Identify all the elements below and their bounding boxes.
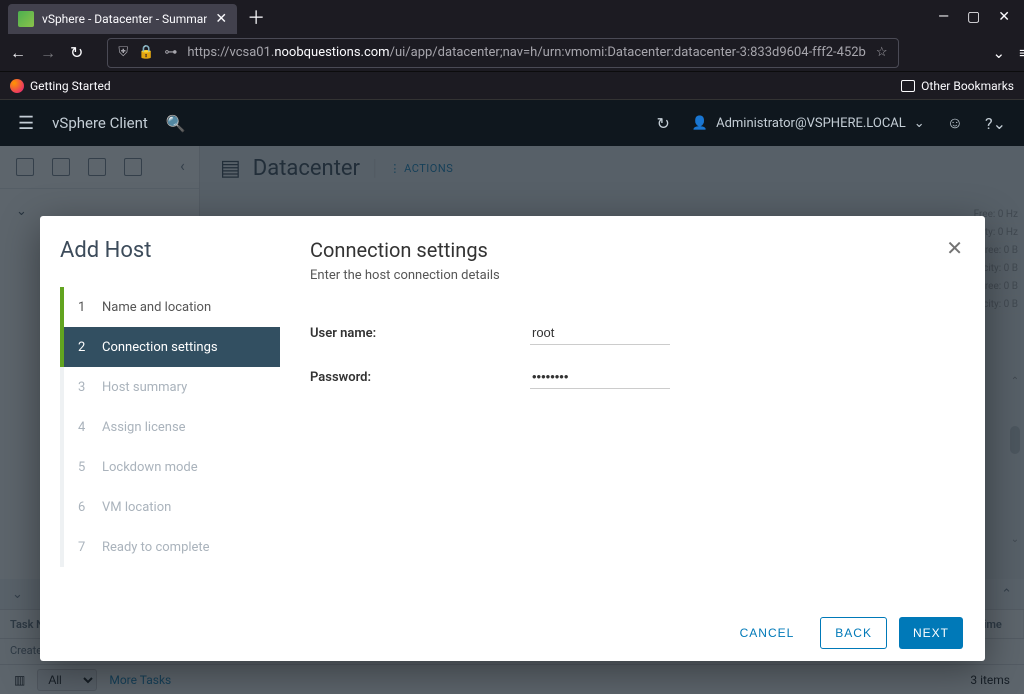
back-icon[interactable]: ← xyxy=(10,43,26,63)
password-input[interactable] xyxy=(530,365,670,389)
wizard-nav: Add Host 1 Name and location 2 Connectio… xyxy=(40,216,280,605)
close-window-icon[interactable]: ✕ xyxy=(998,9,1010,25)
search-icon[interactable]: 🔍 xyxy=(166,114,186,133)
url-bar[interactable]: ⛨ 🔒 ⊶ https://vcsa01.noobquestions.com/u… xyxy=(107,38,898,68)
modal-footer: CANCEL BACK NEXT xyxy=(40,605,985,661)
wizard-step-host-summary: 3 Host summary xyxy=(60,367,280,407)
chevron-down-icon: ⌄ xyxy=(16,204,27,219)
bookmarks-bar: Getting Started Other Bookmarks xyxy=(0,72,1024,100)
scroll-up-icon: ⌃ xyxy=(1008,376,1022,390)
wizard-step-ready-complete: 7 Ready to complete xyxy=(60,527,280,567)
username-input[interactable] xyxy=(530,321,670,345)
next-button[interactable]: NEXT xyxy=(899,617,963,649)
browser-tab[interactable]: vSphere - Datacenter - Summar ✕ xyxy=(8,4,237,34)
feedback-icon[interactable]: ☺ xyxy=(947,113,963,133)
username-label: User name: xyxy=(310,326,530,341)
key-icon[interactable]: ⊶ xyxy=(164,45,177,60)
datacenter-icon: ▤ xyxy=(220,156,241,181)
firefox-icon xyxy=(10,79,24,93)
add-host-modal: Add Host 1 Name and location 2 Connectio… xyxy=(40,216,985,661)
forward-icon: → xyxy=(40,43,56,63)
wizard-step-name-location[interactable]: 1 Name and location xyxy=(60,287,280,327)
hamburger-icon[interactable]: ☰ xyxy=(18,113,34,134)
wizard-step-connection-settings[interactable]: 2 Connection settings xyxy=(60,327,280,367)
tab-favicon xyxy=(18,11,34,27)
vsphere-client: ☰ vSphere Client 🔍 ↻ 👤 Administrator@VSP… xyxy=(0,100,1024,694)
scroll-down-icon: ⌄ xyxy=(1008,534,1022,548)
star-icon[interactable]: ☆ xyxy=(876,45,888,60)
maximize-icon[interactable]: ▢ xyxy=(967,9,980,25)
menu-icon[interactable]: ≡ xyxy=(1019,44,1024,62)
wizard-step-vm-location: 6 VM location xyxy=(60,487,280,527)
url-text: https://vcsa01.noobquestions.com/ui/app/… xyxy=(187,45,866,60)
hosts-tab-icon xyxy=(16,158,34,176)
refresh-icon[interactable]: ↻ xyxy=(657,114,670,133)
wizard-step-lockdown-mode: 5 Lockdown mode xyxy=(60,447,280,487)
vsphere-header: ☰ vSphere Client 🔍 ↻ 👤 Administrator@VSP… xyxy=(0,100,1024,146)
columns-icon: ▥ xyxy=(14,673,25,687)
network-tab-icon xyxy=(124,158,142,176)
browser-titlebar: vSphere - Datacenter - Summar ✕ ＋ — ▢ ✕ xyxy=(0,0,1024,34)
chevron-down-icon: ⌄ xyxy=(914,116,925,131)
user-icon: 👤 xyxy=(692,116,708,131)
lock-icon[interactable]: 🔒 xyxy=(138,45,154,60)
tasks-footer: ▥ All More Tasks 3 items xyxy=(0,664,1024,694)
reload-icon[interactable]: ↻ xyxy=(70,43,83,62)
actions-link: ⋮ ACTIONS xyxy=(389,162,453,175)
content-title: Connection settings xyxy=(310,238,955,262)
wizard-step-assign-license: 4 Assign license xyxy=(60,407,280,447)
folder-icon xyxy=(901,80,915,92)
close-modal-icon[interactable]: ✕ xyxy=(946,236,963,260)
more-tasks-link: More Tasks xyxy=(109,673,171,687)
client-title: vSphere Client xyxy=(52,114,148,132)
other-bookmarks[interactable]: Other Bookmarks xyxy=(901,79,1014,93)
cancel-button[interactable]: CANCEL xyxy=(726,617,809,649)
close-tab-icon[interactable]: ✕ xyxy=(215,11,227,27)
storage-tab-icon xyxy=(88,158,106,176)
tab-title: vSphere - Datacenter - Summar xyxy=(42,12,207,26)
scroll-thumb xyxy=(1010,426,1020,454)
filter-select: All xyxy=(37,669,97,691)
content-subtitle: Enter the host connection details xyxy=(310,268,955,283)
scrollbar: ⌃ ⌄ xyxy=(1008,146,1022,604)
chevron-up-icon: ⌃ xyxy=(1001,587,1012,602)
modal-title: Add Host xyxy=(60,238,280,263)
new-tab-button[interactable]: ＋ xyxy=(247,4,265,30)
shield-icon[interactable]: ⛨ xyxy=(118,45,128,60)
back-button[interactable]: BACK xyxy=(820,617,887,649)
help-icon[interactable]: ?⌄ xyxy=(985,114,1006,133)
browser-toolbar: ← → ↻ ⛨ 🔒 ⊶ https://vcsa01.noobquestions… xyxy=(0,34,1024,72)
chevron-down-icon: ⌄ xyxy=(12,587,23,602)
items-count: 3 items xyxy=(970,673,1010,687)
minimize-icon[interactable]: — xyxy=(938,9,949,25)
window-controls: — ▢ ✕ xyxy=(938,9,1016,25)
bookmark-getting-started[interactable]: Getting Started xyxy=(10,79,111,93)
page-title: Datacenter xyxy=(253,156,360,181)
vms-tab-icon xyxy=(52,158,70,176)
wizard-content: ✕ Connection settings Enter the host con… xyxy=(280,216,985,605)
password-label: Password: xyxy=(310,370,530,385)
pocket-icon[interactable]: ⌄ xyxy=(993,44,1006,62)
collapse-sidebar-icon: ‹ xyxy=(180,156,185,175)
user-menu[interactable]: 👤 Administrator@VSPHERE.LOCAL ⌄ xyxy=(692,116,925,131)
